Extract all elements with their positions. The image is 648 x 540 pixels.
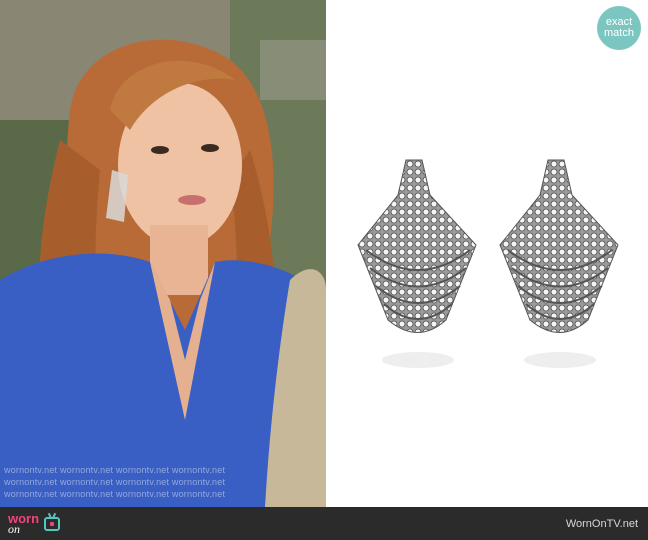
footer-bar: worn on WornOnTV.net bbox=[0, 507, 648, 540]
logo-on-text: on bbox=[8, 521, 20, 536]
left-earring bbox=[357, 159, 477, 333]
wornontv-logo[interactable]: worn on bbox=[8, 512, 61, 536]
watermark-text: wornontv.net wornontv.net wornontv.net w… bbox=[4, 477, 226, 487]
exact-match-badge: exact match bbox=[597, 6, 641, 50]
scene-illustration bbox=[0, 0, 326, 507]
watermark-text: wornontv.net wornontv.net wornontv.net w… bbox=[4, 465, 226, 475]
product-panel bbox=[326, 0, 648, 507]
watermark-text: wornontv.net wornontv.net wornontv.net w… bbox=[4, 489, 226, 499]
tv-icon bbox=[44, 516, 61, 531]
scene-photo: wornontv.net wornontv.net wornontv.net w… bbox=[0, 0, 326, 507]
site-name: WornOnTV.net bbox=[565, 517, 638, 530]
earrings-product-image bbox=[357, 159, 619, 368]
right-earring bbox=[499, 159, 619, 333]
badge-line-2: match bbox=[604, 27, 634, 39]
